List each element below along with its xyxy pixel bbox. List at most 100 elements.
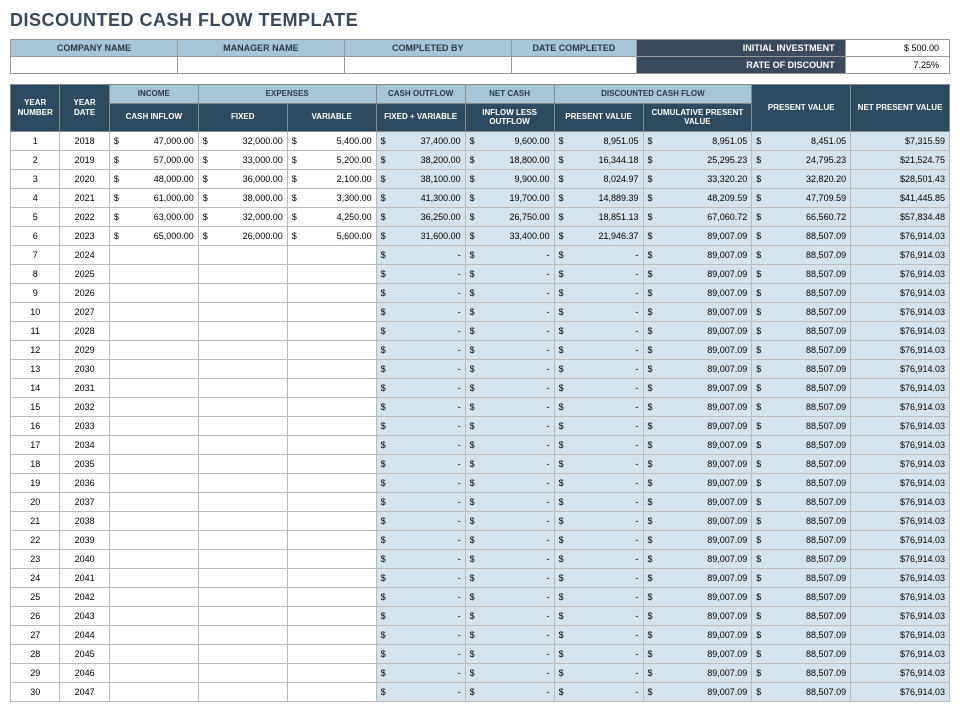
cell-variable[interactable] xyxy=(287,663,376,682)
cell-year-date[interactable]: 2028 xyxy=(60,321,109,340)
cell-inflow[interactable] xyxy=(109,568,198,587)
cell-year-number[interactable]: 22 xyxy=(11,530,60,549)
cell-year-date[interactable]: 2037 xyxy=(60,492,109,511)
cell-fixed[interactable] xyxy=(198,245,287,264)
cell-year-number[interactable]: 26 xyxy=(11,606,60,625)
cell-year-date[interactable]: 2030 xyxy=(60,359,109,378)
cell-year-number[interactable]: 25 xyxy=(11,587,60,606)
cell-inflow[interactable] xyxy=(109,511,198,530)
cell-year-date[interactable]: 2026 xyxy=(60,283,109,302)
cell-inflow[interactable]: $63,000.00 xyxy=(109,207,198,226)
cell-year-date[interactable]: 2036 xyxy=(60,473,109,492)
cell-variable[interactable] xyxy=(287,359,376,378)
cell-year-number[interactable]: 1 xyxy=(11,131,60,150)
cell-year-date[interactable]: 2019 xyxy=(60,150,109,169)
cell-year-date[interactable]: 2025 xyxy=(60,264,109,283)
cell-variable[interactable] xyxy=(287,644,376,663)
cell-year-number[interactable]: 15 xyxy=(11,397,60,416)
cell-inflow[interactable] xyxy=(109,302,198,321)
cell-year-date[interactable]: 2043 xyxy=(60,606,109,625)
cell-fixed[interactable] xyxy=(198,625,287,644)
cell-variable[interactable] xyxy=(287,625,376,644)
cell-variable[interactable] xyxy=(287,283,376,302)
cell-inflow[interactable] xyxy=(109,606,198,625)
cell-year-date[interactable]: 2044 xyxy=(60,625,109,644)
cell-year-date[interactable]: 2027 xyxy=(60,302,109,321)
cell-year-date[interactable]: 2040 xyxy=(60,549,109,568)
cell-variable[interactable]: $4,250.00 xyxy=(287,207,376,226)
cell-year-number[interactable]: 17 xyxy=(11,435,60,454)
cell-variable[interactable] xyxy=(287,682,376,701)
cell-variable[interactable]: $5,600.00 xyxy=(287,226,376,245)
cell-fixed[interactable] xyxy=(198,587,287,606)
cell-year-number[interactable]: 4 xyxy=(11,188,60,207)
cell-year-number[interactable]: 23 xyxy=(11,549,60,568)
cell-variable[interactable] xyxy=(287,492,376,511)
cell-fixed[interactable] xyxy=(198,435,287,454)
cell-variable[interactable] xyxy=(287,435,376,454)
cell-inflow[interactable]: $47,000.00 xyxy=(109,131,198,150)
cell-year-date[interactable]: 2024 xyxy=(60,245,109,264)
cell-inflow[interactable] xyxy=(109,378,198,397)
cell-fixed[interactable] xyxy=(198,606,287,625)
cell-variable[interactable]: $3,300.00 xyxy=(287,188,376,207)
cell-year-number[interactable]: 11 xyxy=(11,321,60,340)
cell-year-date[interactable]: 2042 xyxy=(60,587,109,606)
cell-variable[interactable] xyxy=(287,473,376,492)
cell-fixed[interactable] xyxy=(198,568,287,587)
cell-year-number[interactable]: 19 xyxy=(11,473,60,492)
cell-year-date[interactable]: 2032 xyxy=(60,397,109,416)
cell-fixed[interactable] xyxy=(198,302,287,321)
cell-inflow[interactable] xyxy=(109,473,198,492)
cell-variable[interactable] xyxy=(287,530,376,549)
cell-year-number[interactable]: 10 xyxy=(11,302,60,321)
cell-year-number[interactable]: 3 xyxy=(11,169,60,188)
cell-year-number[interactable]: 6 xyxy=(11,226,60,245)
cell-year-date[interactable]: 2035 xyxy=(60,454,109,473)
cell-year-number[interactable]: 21 xyxy=(11,511,60,530)
cell-year-date[interactable]: 2034 xyxy=(60,435,109,454)
cell-variable[interactable] xyxy=(287,264,376,283)
cell-year-number[interactable]: 8 xyxy=(11,264,60,283)
cell-inflow[interactable] xyxy=(109,492,198,511)
cell-variable[interactable] xyxy=(287,454,376,473)
cell-year-date[interactable]: 2020 xyxy=(60,169,109,188)
cell-variable[interactable] xyxy=(287,245,376,264)
cell-year-number[interactable]: 18 xyxy=(11,454,60,473)
cell-variable[interactable] xyxy=(287,302,376,321)
cell-inflow[interactable] xyxy=(109,264,198,283)
cell-fixed[interactable]: $32,000.00 xyxy=(198,207,287,226)
cell-fixed[interactable] xyxy=(198,644,287,663)
cell-year-number[interactable]: 2 xyxy=(11,150,60,169)
cell-year-date[interactable]: 2031 xyxy=(60,378,109,397)
cell-inflow[interactable] xyxy=(109,663,198,682)
completed-by-input[interactable] xyxy=(344,57,511,74)
cell-fixed[interactable] xyxy=(198,682,287,701)
cell-fixed[interactable] xyxy=(198,416,287,435)
cell-inflow[interactable] xyxy=(109,416,198,435)
cell-year-date[interactable]: 2021 xyxy=(60,188,109,207)
cell-inflow[interactable] xyxy=(109,454,198,473)
date-completed-input[interactable] xyxy=(511,57,636,74)
cell-variable[interactable] xyxy=(287,397,376,416)
cell-variable[interactable] xyxy=(287,378,376,397)
rate-value[interactable]: 7.25% xyxy=(845,57,949,74)
cell-inflow[interactable] xyxy=(109,530,198,549)
cell-year-number[interactable]: 29 xyxy=(11,663,60,682)
cell-year-date[interactable]: 2047 xyxy=(60,682,109,701)
cell-year-number[interactable]: 13 xyxy=(11,359,60,378)
cell-inflow[interactable]: $57,000.00 xyxy=(109,150,198,169)
cell-year-number[interactable]: 28 xyxy=(11,644,60,663)
cell-variable[interactable] xyxy=(287,511,376,530)
cell-fixed[interactable]: $38,000.00 xyxy=(198,188,287,207)
cell-year-date[interactable]: 2029 xyxy=(60,340,109,359)
cell-year-date[interactable]: 2045 xyxy=(60,644,109,663)
cell-fixed[interactable] xyxy=(198,549,287,568)
cell-variable[interactable] xyxy=(287,416,376,435)
cell-variable[interactable]: $2,100.00 xyxy=(287,169,376,188)
cell-year-date[interactable]: 2023 xyxy=(60,226,109,245)
cell-variable[interactable]: $5,200.00 xyxy=(287,150,376,169)
cell-inflow[interactable] xyxy=(109,549,198,568)
cell-fixed[interactable] xyxy=(198,283,287,302)
company-input[interactable] xyxy=(11,57,178,74)
